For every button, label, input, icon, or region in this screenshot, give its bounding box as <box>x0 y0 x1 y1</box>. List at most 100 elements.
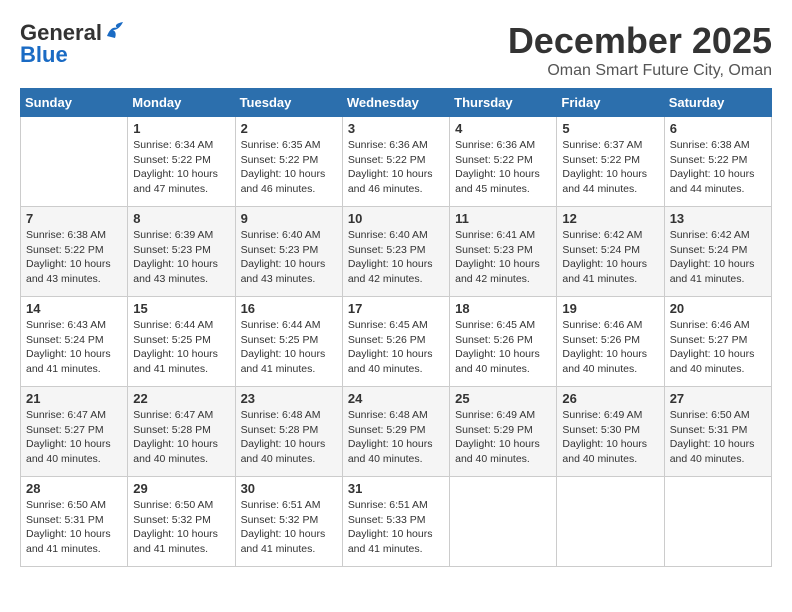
header-sunday: Sunday <box>21 89 128 117</box>
day-info: Sunrise: 6:51 AM Sunset: 5:32 PM Dayligh… <box>241 498 337 557</box>
header-friday: Friday <box>557 89 664 117</box>
day-info: Sunrise: 6:44 AM Sunset: 5:25 PM Dayligh… <box>241 318 337 377</box>
day-info: Sunrise: 6:46 AM Sunset: 5:27 PM Dayligh… <box>670 318 766 377</box>
table-row: 23 Sunrise: 6:48 AM Sunset: 5:28 PM Dayli… <box>235 387 342 477</box>
day-number: 12 <box>562 211 658 226</box>
day-info: Sunrise: 6:48 AM Sunset: 5:28 PM Dayligh… <box>241 408 337 467</box>
table-row: 15 Sunrise: 6:44 AM Sunset: 5:25 PM Dayli… <box>128 297 235 387</box>
day-number: 16 <box>241 301 337 316</box>
day-number: 24 <box>348 391 444 406</box>
table-row: 18 Sunrise: 6:45 AM Sunset: 5:26 PM Dayli… <box>450 297 557 387</box>
day-number: 18 <box>455 301 551 316</box>
table-row: 26 Sunrise: 6:49 AM Sunset: 5:30 PM Dayli… <box>557 387 664 477</box>
table-row: 25 Sunrise: 6:49 AM Sunset: 5:29 PM Dayli… <box>450 387 557 477</box>
day-info: Sunrise: 6:45 AM Sunset: 5:26 PM Dayligh… <box>348 318 444 377</box>
location-subtitle: Oman Smart Future City, Oman <box>508 62 772 80</box>
day-number: 30 <box>241 481 337 496</box>
day-info: Sunrise: 6:50 AM Sunset: 5:32 PM Dayligh… <box>133 498 229 557</box>
day-number: 7 <box>26 211 122 226</box>
logo: General Blue <box>20 20 125 68</box>
day-info: Sunrise: 6:40 AM Sunset: 5:23 PM Dayligh… <box>241 228 337 287</box>
table-row <box>450 477 557 567</box>
day-number: 26 <box>562 391 658 406</box>
day-info: Sunrise: 6:40 AM Sunset: 5:23 PM Dayligh… <box>348 228 444 287</box>
table-row: 31Sunrise: 6:51 AM Sunset: 5:33 PM Dayli… <box>342 477 449 567</box>
table-row <box>557 477 664 567</box>
day-info: Sunrise: 6:48 AM Sunset: 5:29 PM Dayligh… <box>348 408 444 467</box>
day-number: 6 <box>670 121 766 136</box>
day-number: 19 <box>562 301 658 316</box>
day-info: Sunrise: 6:38 AM Sunset: 5:22 PM Dayligh… <box>26 228 122 287</box>
day-info: Sunrise: 6:42 AM Sunset: 5:24 PM Dayligh… <box>562 228 658 287</box>
day-number: 21 <box>26 391 122 406</box>
day-number: 3 <box>348 121 444 136</box>
day-number: 28 <box>26 481 122 496</box>
day-number: 4 <box>455 121 551 136</box>
table-row: 20Sunrise: 6:46 AM Sunset: 5:27 PM Dayli… <box>664 297 771 387</box>
table-row: 10 Sunrise: 6:40 AM Sunset: 5:23 PM Dayli… <box>342 207 449 297</box>
day-number: 29 <box>133 481 229 496</box>
day-number: 31 <box>348 481 444 496</box>
day-info: Sunrise: 6:42 AM Sunset: 5:24 PM Dayligh… <box>670 228 766 287</box>
header-saturday: Saturday <box>664 89 771 117</box>
day-info: Sunrise: 6:47 AM Sunset: 5:28 PM Dayligh… <box>133 408 229 467</box>
day-info: Sunrise: 6:46 AM Sunset: 5:26 PM Dayligh… <box>562 318 658 377</box>
day-number: 5 <box>562 121 658 136</box>
header-thursday: Thursday <box>450 89 557 117</box>
table-row: 30 Sunrise: 6:51 AM Sunset: 5:32 PM Dayli… <box>235 477 342 567</box>
table-row: 12 Sunrise: 6:42 AM Sunset: 5:24 PM Dayli… <box>557 207 664 297</box>
day-number: 17 <box>348 301 444 316</box>
day-info: Sunrise: 6:45 AM Sunset: 5:26 PM Dayligh… <box>455 318 551 377</box>
table-row: 4 Sunrise: 6:36 AM Sunset: 5:22 PM Daylig… <box>450 117 557 207</box>
day-number: 15 <box>133 301 229 316</box>
logo-bird-icon <box>103 22 125 40</box>
day-info: Sunrise: 6:43 AM Sunset: 5:24 PM Dayligh… <box>26 318 122 377</box>
day-number: 2 <box>241 121 337 136</box>
day-info: Sunrise: 6:36 AM Sunset: 5:22 PM Dayligh… <box>455 138 551 197</box>
table-row: 7 Sunrise: 6:38 AM Sunset: 5:22 PM Daylig… <box>21 207 128 297</box>
day-info: Sunrise: 6:37 AM Sunset: 5:22 PM Dayligh… <box>562 138 658 197</box>
table-row: 22 Sunrise: 6:47 AM Sunset: 5:28 PM Dayli… <box>128 387 235 477</box>
table-row: 24 Sunrise: 6:48 AM Sunset: 5:29 PM Dayli… <box>342 387 449 477</box>
table-row: 2Sunrise: 6:35 AM Sunset: 5:22 PM Daylig… <box>235 117 342 207</box>
day-info: Sunrise: 6:47 AM Sunset: 5:27 PM Dayligh… <box>26 408 122 467</box>
table-row: 27Sunrise: 6:50 AM Sunset: 5:31 PM Dayli… <box>664 387 771 477</box>
day-info: Sunrise: 6:39 AM Sunset: 5:23 PM Dayligh… <box>133 228 229 287</box>
header-monday: Monday <box>128 89 235 117</box>
table-row: 1Sunrise: 6:34 AM Sunset: 5:22 PM Daylig… <box>128 117 235 207</box>
day-number: 10 <box>348 211 444 226</box>
table-row: 16 Sunrise: 6:44 AM Sunset: 5:25 PM Dayli… <box>235 297 342 387</box>
table-row: 9 Sunrise: 6:40 AM Sunset: 5:23 PM Daylig… <box>235 207 342 297</box>
table-row: 8 Sunrise: 6:39 AM Sunset: 5:23 PM Daylig… <box>128 207 235 297</box>
table-row: 13 Sunrise: 6:42 AM Sunset: 5:24 PM Dayli… <box>664 207 771 297</box>
month-title: December 2025 <box>508 20 772 62</box>
table-row: 11 Sunrise: 6:41 AM Sunset: 5:23 PM Dayli… <box>450 207 557 297</box>
table-row: 6 Sunrise: 6:38 AM Sunset: 5:22 PM Daylig… <box>664 117 771 207</box>
header-wednesday: Wednesday <box>342 89 449 117</box>
day-number: 9 <box>241 211 337 226</box>
day-info: Sunrise: 6:49 AM Sunset: 5:29 PM Dayligh… <box>455 408 551 467</box>
day-number: 8 <box>133 211 229 226</box>
day-info: Sunrise: 6:44 AM Sunset: 5:25 PM Dayligh… <box>133 318 229 377</box>
day-number: 13 <box>670 211 766 226</box>
table-row: 17 Sunrise: 6:45 AM Sunset: 5:26 PM Dayli… <box>342 297 449 387</box>
day-number: 27 <box>670 391 766 406</box>
day-number: 11 <box>455 211 551 226</box>
title-block: December 2025 Oman Smart Future City, Om… <box>508 20 772 80</box>
day-info: Sunrise: 6:41 AM Sunset: 5:23 PM Dayligh… <box>455 228 551 287</box>
calendar-table: Sunday Monday Tuesday Wednesday Thursday… <box>20 88 772 567</box>
day-info: Sunrise: 6:36 AM Sunset: 5:22 PM Dayligh… <box>348 138 444 197</box>
table-row <box>21 117 128 207</box>
day-info: Sunrise: 6:38 AM Sunset: 5:22 PM Dayligh… <box>670 138 766 197</box>
day-number: 25 <box>455 391 551 406</box>
day-info: Sunrise: 6:49 AM Sunset: 5:30 PM Dayligh… <box>562 408 658 467</box>
table-row: 21 Sunrise: 6:47 AM Sunset: 5:27 PM Dayli… <box>21 387 128 477</box>
day-number: 22 <box>133 391 229 406</box>
day-info: Sunrise: 6:34 AM Sunset: 5:22 PM Dayligh… <box>133 138 229 197</box>
day-info: Sunrise: 6:50 AM Sunset: 5:31 PM Dayligh… <box>26 498 122 557</box>
day-number: 23 <box>241 391 337 406</box>
table-row: 19 Sunrise: 6:46 AM Sunset: 5:26 PM Dayli… <box>557 297 664 387</box>
calendar-header-row: Sunday Monday Tuesday Wednesday Thursday… <box>21 89 772 117</box>
table-row: 28 Sunrise: 6:50 AM Sunset: 5:31 PM Dayli… <box>21 477 128 567</box>
day-number: 14 <box>26 301 122 316</box>
